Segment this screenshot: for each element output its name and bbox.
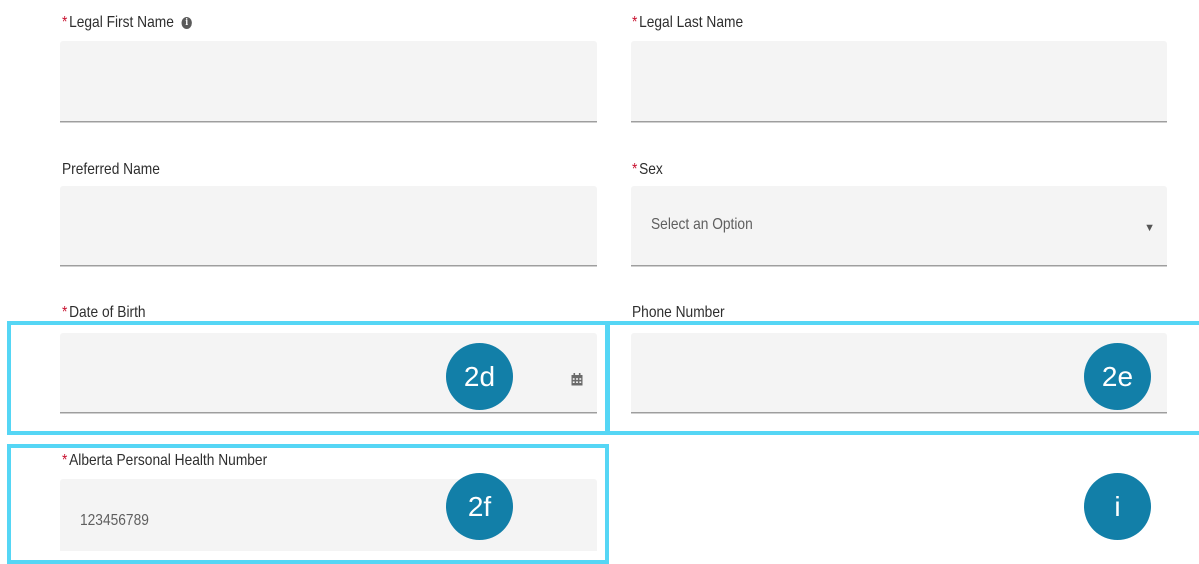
legal-first-name-label: * Legal First Name i bbox=[62, 13, 192, 33]
sex-selected-value: Select an Option bbox=[651, 216, 753, 233]
legal-first-name-input[interactable] bbox=[60, 41, 597, 122]
highlight-box-2d bbox=[7, 321, 609, 435]
legal-last-name-label: * Legal Last Name bbox=[632, 14, 744, 31]
badge-2e: 2e bbox=[1084, 343, 1151, 410]
sex-select[interactable]: Select an Option ▼ bbox=[631, 186, 1167, 266]
phone-number-label: Phone Number bbox=[632, 304, 725, 321]
required-mark: * bbox=[62, 304, 68, 321]
required-mark: * bbox=[632, 14, 638, 31]
date-of-birth-label: * Date of Birth bbox=[62, 304, 146, 321]
preferred-name-input[interactable] bbox=[60, 186, 597, 266]
required-mark: * bbox=[632, 161, 638, 178]
sex-label: * Sex bbox=[632, 161, 663, 178]
preferred-name-label: Preferred Name bbox=[62, 161, 160, 178]
badge-i: i bbox=[1084, 473, 1151, 540]
chevron-down-icon: ▼ bbox=[1144, 222, 1155, 234]
highlight-box-2f bbox=[7, 444, 609, 564]
info-icon[interactable]: i bbox=[181, 17, 192, 29]
legal-last-name-input[interactable] bbox=[631, 41, 1167, 122]
badge-2f: 2f bbox=[446, 473, 513, 540]
required-mark: * bbox=[62, 14, 68, 31]
badge-2d: 2d bbox=[446, 343, 513, 410]
